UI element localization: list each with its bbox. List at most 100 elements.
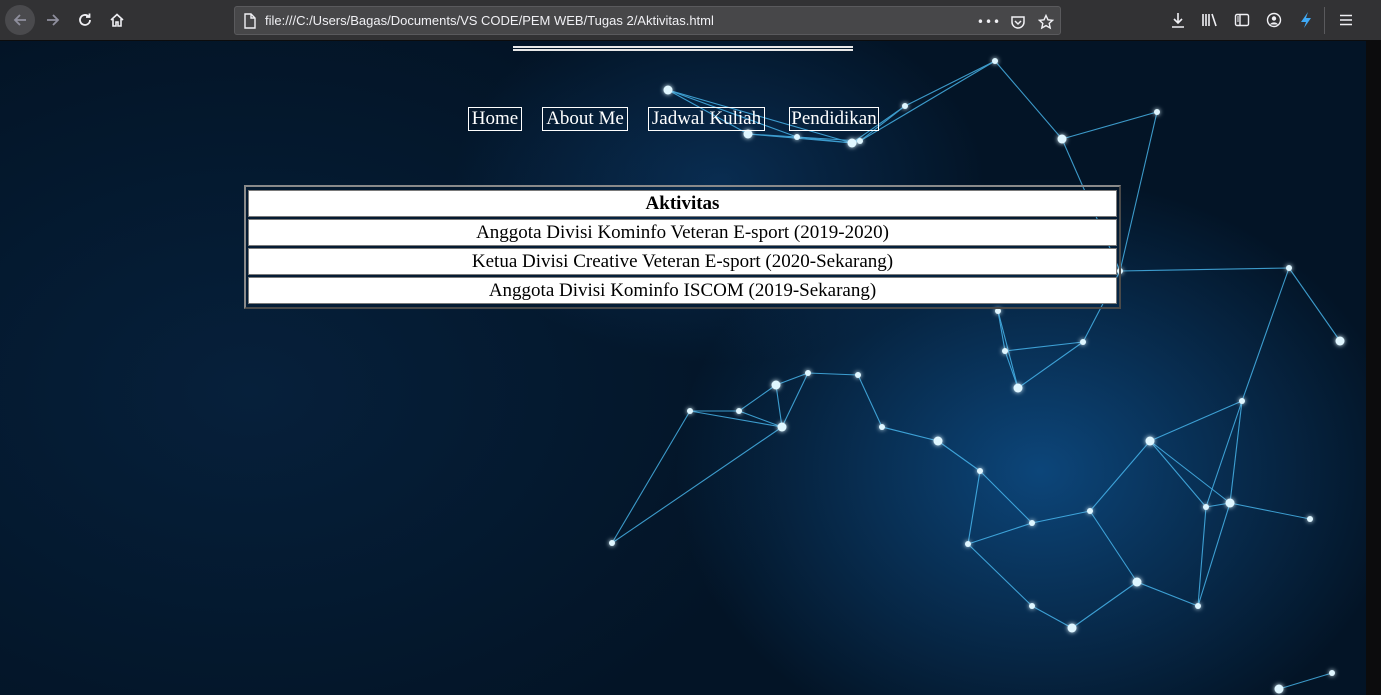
network-node bbox=[1057, 134, 1067, 144]
back-button[interactable] bbox=[5, 5, 35, 35]
network-node bbox=[1225, 498, 1235, 508]
network-link bbox=[1031, 605, 1073, 629]
bookmark-star-button[interactable] bbox=[1037, 13, 1055, 31]
network-node bbox=[663, 85, 673, 95]
account-button[interactable] bbox=[1264, 10, 1284, 30]
downloads-button[interactable] bbox=[1168, 10, 1188, 30]
url-bar[interactable]: file:///C:/Users/Bagas/Documents/VS CODE… bbox=[234, 6, 1061, 35]
network-node bbox=[1195, 603, 1201, 609]
forward-button[interactable] bbox=[38, 5, 68, 35]
network-node bbox=[857, 138, 863, 144]
network-link bbox=[611, 426, 783, 544]
network-node bbox=[609, 540, 615, 546]
arrow-left-icon bbox=[13, 14, 26, 26]
network-node bbox=[965, 541, 971, 547]
sidebar-button[interactable] bbox=[1232, 10, 1252, 30]
network-node bbox=[847, 138, 857, 148]
network-link bbox=[967, 470, 981, 545]
network-node bbox=[1080, 339, 1086, 345]
network-node bbox=[1154, 109, 1160, 115]
sidebar-icon bbox=[1234, 13, 1250, 27]
network-node bbox=[687, 408, 693, 414]
pocket-icon bbox=[1011, 16, 1025, 29]
network-node bbox=[777, 422, 787, 432]
network-link bbox=[859, 60, 996, 142]
network-link bbox=[967, 522, 1033, 545]
network-link bbox=[611, 410, 691, 544]
star-icon bbox=[1038, 14, 1054, 30]
network-link bbox=[997, 310, 1006, 352]
network-link bbox=[689, 410, 783, 428]
network-link bbox=[775, 384, 783, 428]
network-link bbox=[994, 60, 1063, 140]
page-actions-button[interactable]: ••• bbox=[976, 13, 1002, 31]
page-icon bbox=[243, 13, 257, 33]
network-link bbox=[1149, 440, 1207, 508]
header-divider bbox=[513, 46, 853, 51]
browser-toolbar: file:///C:/Users/Bagas/Documents/VS CODE… bbox=[0, 0, 1381, 41]
network-node bbox=[1203, 504, 1209, 510]
network-link bbox=[1288, 267, 1341, 342]
network-link bbox=[1278, 672, 1333, 690]
home-button[interactable] bbox=[102, 5, 132, 35]
network-link bbox=[904, 60, 996, 107]
table-row: Anggota Divisi Kominfo ISCOM (2019-Sekar… bbox=[248, 277, 1117, 304]
network-node bbox=[1013, 383, 1023, 393]
table-row: Ketua Divisi Creative Veteran E-sport (2… bbox=[248, 248, 1117, 275]
network-link bbox=[1061, 111, 1158, 140]
network-link bbox=[807, 372, 859, 376]
network-node bbox=[1274, 684, 1284, 694]
nav-link-jadwal-kuliah[interactable]: Jadwal Kuliah bbox=[648, 107, 765, 131]
network-node bbox=[1286, 265, 1292, 271]
network-link bbox=[1071, 581, 1138, 629]
nav-link-pendidikan[interactable]: Pendidikan bbox=[789, 107, 879, 131]
network-link bbox=[1241, 267, 1290, 402]
nav-link-home[interactable]: Home bbox=[468, 107, 522, 131]
network-link bbox=[738, 410, 783, 428]
extension-button[interactable] bbox=[1296, 10, 1316, 30]
table-row: Anggota Divisi Kominfo Veteran E-sport (… bbox=[248, 219, 1117, 246]
network-node bbox=[1329, 670, 1335, 676]
hamburger-menu-icon bbox=[1340, 14, 1352, 26]
app-menu-button[interactable] bbox=[1336, 10, 1356, 30]
url-text[interactable]: file:///C:/Users/Bagas/Documents/VS CODE… bbox=[265, 13, 714, 28]
toolbar-separator bbox=[1324, 7, 1325, 34]
network-node bbox=[992, 58, 998, 64]
network-link bbox=[881, 426, 939, 442]
network-node bbox=[1029, 603, 1035, 609]
network-link bbox=[1149, 400, 1243, 442]
library-icon bbox=[1202, 13, 1217, 27]
network-link bbox=[967, 543, 1033, 607]
network-node bbox=[771, 380, 781, 390]
network-node bbox=[977, 468, 983, 474]
pocket-button[interactable] bbox=[1009, 13, 1027, 31]
network-link bbox=[1197, 506, 1207, 607]
network-link bbox=[1229, 502, 1311, 520]
network-link bbox=[857, 374, 883, 428]
network-node bbox=[902, 103, 908, 109]
network-node bbox=[1087, 508, 1093, 514]
reload-icon bbox=[79, 13, 91, 26]
network-link bbox=[937, 440, 981, 472]
table-header: Aktivitas bbox=[248, 190, 1117, 217]
network-node bbox=[794, 134, 800, 140]
nav-link-about-me[interactable]: About Me bbox=[542, 107, 628, 131]
page-viewport: Home About Me Jadwal Kuliah Pendidikan A… bbox=[0, 41, 1366, 695]
home-icon bbox=[110, 13, 124, 27]
network-node bbox=[1239, 398, 1245, 404]
network-link bbox=[1205, 400, 1243, 508]
account-icon bbox=[1266, 12, 1282, 28]
network-node bbox=[1029, 520, 1035, 526]
network-node bbox=[1335, 336, 1345, 346]
more-icon: ••• bbox=[976, 15, 1002, 29]
reload-button[interactable] bbox=[70, 5, 100, 35]
network-link bbox=[1119, 111, 1158, 272]
network-node bbox=[736, 408, 742, 414]
network-link bbox=[1089, 510, 1138, 583]
network-link bbox=[738, 384, 777, 412]
network-node bbox=[1145, 436, 1155, 446]
library-button[interactable] bbox=[1200, 10, 1220, 30]
page-scrollbar[interactable] bbox=[1366, 41, 1381, 695]
network-link bbox=[1089, 440, 1151, 512]
network-node bbox=[1307, 516, 1313, 522]
